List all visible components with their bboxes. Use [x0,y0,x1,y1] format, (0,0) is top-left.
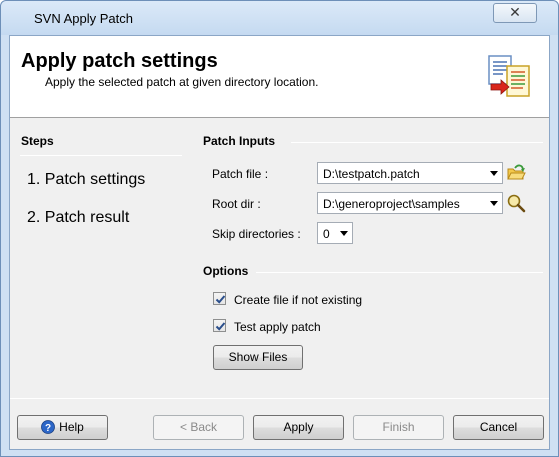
help-icon: ? [41,420,56,434]
checkmark-icon [215,295,226,304]
steps-title: Steps [21,134,54,148]
chevron-down-icon[interactable] [490,201,498,206]
step-patch-settings: 1. Patch settings [27,171,146,188]
footer-divider [10,398,549,399]
skip-directories-label: Skip directories : [212,227,301,241]
help-button[interactable]: ? Help [17,415,108,440]
options-divider [256,272,543,273]
window-title: SVN Apply Patch [34,11,133,26]
checkmark-icon [215,322,226,331]
test-apply-checkbox[interactable] [213,319,226,332]
step-patch-result: 2. Patch result [27,209,130,226]
cancel-button[interactable]: Cancel [453,415,544,440]
create-file-checkbox[interactable] [213,292,226,305]
apply-button[interactable]: Apply [253,415,344,440]
chevron-down-icon[interactable] [490,171,498,176]
browse-search-icon[interactable] [506,193,526,213]
open-folder-icon[interactable] [506,163,526,183]
page-subtitle: Apply the selected patch at given direct… [45,75,319,89]
finish-button[interactable]: Finish [353,415,444,440]
dialog-window: SVN Apply Patch ✕ Apply patch settings A… [0,0,559,457]
patch-document-icon [488,55,530,97]
page-title: Apply patch settings [21,50,218,72]
root-dir-label: Root dir : [212,197,261,211]
options-title: Options [203,264,249,278]
steps-panel: Steps 1. Patch settings 2. Patch result [20,134,182,226]
close-icon: ✕ [509,4,521,20]
chevron-down-icon[interactable] [340,231,348,236]
close-button[interactable]: ✕ [493,3,537,23]
skip-directories-combo[interactable]: 0 [317,222,353,244]
dialog-client-area: Apply patch settings Apply the selected … [9,35,550,450]
back-button[interactable]: < Back [153,415,244,440]
show-files-button[interactable]: Show Files [213,345,303,370]
skip-directories-value: 0 [323,227,330,241]
root-dir-value: D:\generoproject\samples [323,197,460,211]
patch-file-value: D:\testpatch.patch [323,167,420,181]
root-dir-combo[interactable]: D:\generoproject\samples [317,192,503,214]
patch-file-combo[interactable]: D:\testpatch.patch [317,162,503,184]
test-apply-label[interactable]: Test apply patch [234,320,321,334]
svg-text:?: ? [45,423,51,434]
title-bar[interactable]: SVN Apply Patch ✕ [1,1,558,35]
create-file-label[interactable]: Create file if not existing [234,293,362,307]
patch-inputs-title: Patch Inputs [203,134,276,148]
steps-divider [20,155,182,156]
patch-inputs-divider [291,142,543,143]
help-button-label: Help [59,420,84,434]
patch-file-label: Patch file : [212,167,269,181]
wizard-header: Apply patch settings Apply the selected … [10,36,549,118]
